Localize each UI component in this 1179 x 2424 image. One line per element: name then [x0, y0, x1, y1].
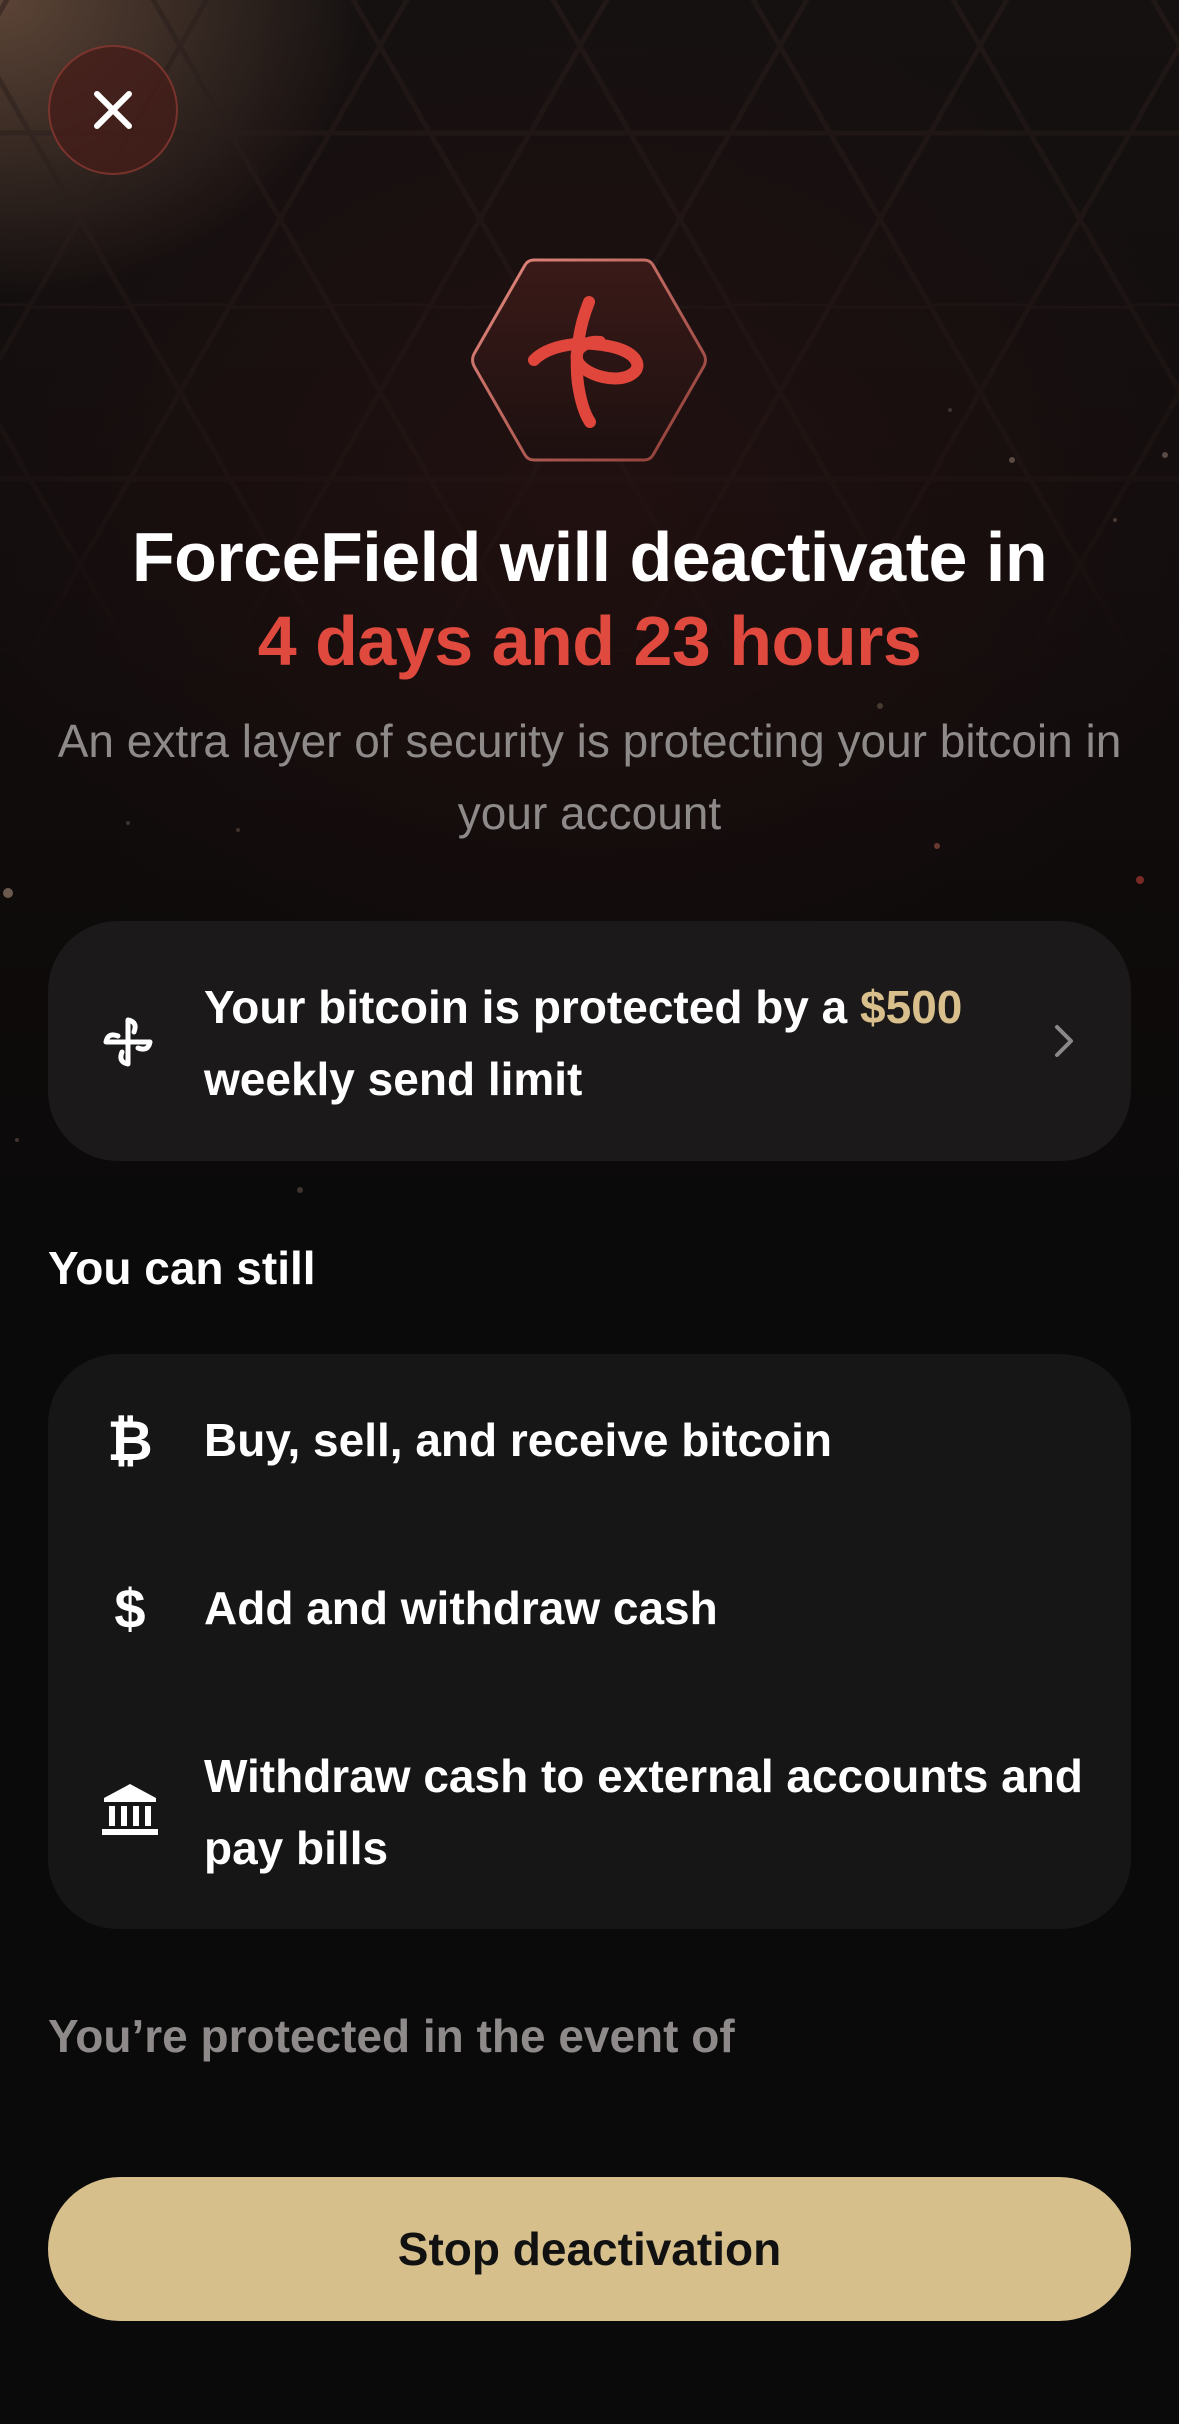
chevron-right-icon — [1055, 1025, 1073, 1057]
ability-label: Buy, sell, and receive bitcoin — [204, 1414, 833, 1466]
send-limit-text-after: weekly send limit — [204, 1053, 583, 1105]
send-limit-text: Your bitcoin is protected by a $500 week… — [204, 971, 1024, 1115]
ability-item-withdraw: Withdraw cash to external accounts and p… — [48, 1740, 1131, 1884]
forcefield-screen: ForceField will deactivate in 4 days and… — [0, 0, 1179, 2424]
forcefield-logo-icon — [471, 258, 707, 462]
ability-item-cash: $ Add and withdraw cash — [48, 1572, 1131, 1644]
send-limit-card[interactable]: Your bitcoin is protected by a $500 week… — [48, 921, 1131, 1161]
dollar-icon: $ — [114, 1576, 146, 1640]
send-limit-text-before: Your bitcoin is protected by a — [204, 981, 861, 1033]
you-can-still-heading: You can still — [48, 1242, 316, 1294]
stop-deactivation-button[interactable]: Stop deactivation — [48, 2177, 1131, 2321]
bitcoin-icon: ₿ — [107, 1408, 153, 1472]
pinwheel-icon — [103, 1017, 153, 1067]
send-limit-amount: $500 — [860, 981, 963, 1033]
close-button[interactable] — [48, 45, 178, 175]
ability-label: Withdraw cash to external accounts and p… — [204, 1750, 1083, 1874]
abilities-card: ₿ Buy, sell, and receive bitcoin $ Add a… — [48, 1354, 1131, 1929]
countdown-text: 4 days and 23 hours — [257, 602, 922, 680]
ability-item-buy-sell: ₿ Buy, sell, and receive bitcoin — [48, 1404, 1131, 1476]
protected-heading: You’re protected in the event of — [48, 2010, 735, 2062]
close-icon — [94, 91, 132, 129]
bank-icon — [102, 1784, 158, 1835]
page-subtitle: An extra layer of security is protecting… — [57, 715, 1122, 839]
ability-label: Add and withdraw cash — [204, 1582, 718, 1634]
page-title: ForceField will deactivate in — [131, 518, 1048, 596]
